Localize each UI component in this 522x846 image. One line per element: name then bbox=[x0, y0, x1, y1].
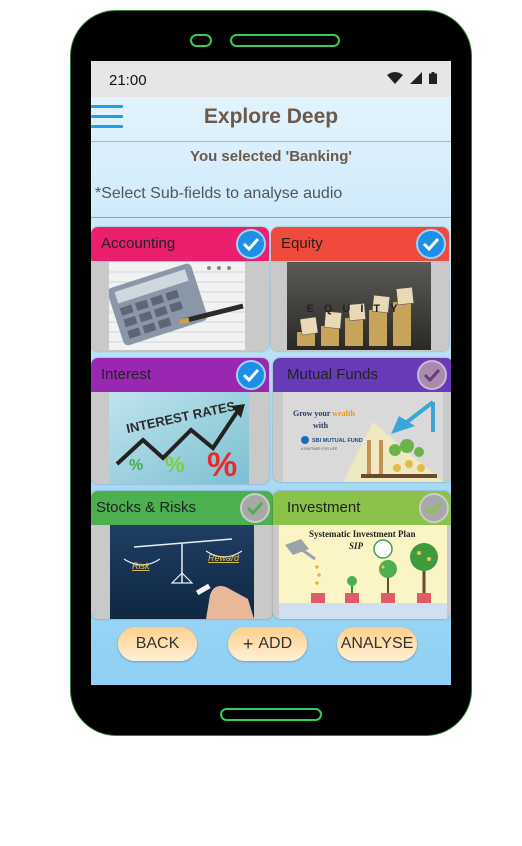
percent-icon: % bbox=[129, 457, 143, 474]
svg-text:with: with bbox=[313, 421, 329, 430]
signal-icon bbox=[410, 72, 422, 84]
checked-icon[interactable] bbox=[416, 229, 446, 259]
page-title: Explore Deep bbox=[203, 105, 339, 128]
app-screen: 21:00 Explore Deep You selected 'Banking… bbox=[91, 61, 451, 685]
percent-icon: % bbox=[207, 446, 237, 484]
add-button-label: ADD bbox=[258, 635, 293, 652]
home-button[interactable] bbox=[220, 708, 322, 721]
sip-title: Systematic Investment Plan bbox=[309, 529, 416, 539]
unchecked-icon[interactable] bbox=[417, 360, 447, 390]
subfield-card-mutual-funds[interactable]: Mutual Funds Grow your wealth with SBI M… bbox=[273, 358, 451, 482]
svg-text:A PARTNER FOR LIFE: A PARTNER FOR LIFE bbox=[301, 447, 338, 451]
equity-image-text: EQUITY bbox=[307, 303, 408, 315]
percent-icon: % bbox=[165, 452, 185, 477]
sbi-mutual-fund-image: Grow your wealth with SBI MUTUAL FUND A … bbox=[283, 392, 443, 482]
mutual-fund-tagline: Grow your wealth bbox=[293, 409, 355, 418]
svg-text:SBI MUTUAL FUND: SBI MUTUAL FUND bbox=[312, 438, 363, 444]
divider bbox=[91, 217, 451, 218]
battery-icon bbox=[429, 72, 437, 84]
risk-reward-image: Risk Reward bbox=[110, 525, 254, 619]
back-button[interactable]: BACK bbox=[118, 627, 197, 661]
instruction-text: *Select Sub-fields to analyse audio bbox=[95, 185, 343, 202]
checked-icon[interactable] bbox=[236, 229, 266, 259]
subfield-card-interest[interactable]: Interest INTEREST RATES % % % bbox=[91, 358, 269, 484]
status-time: 21:00 bbox=[109, 72, 147, 89]
wifi-icon bbox=[387, 72, 403, 84]
selected-field-text: You selected 'Banking' bbox=[190, 148, 352, 165]
reward-label: Reward bbox=[208, 553, 240, 563]
sip-subtitle: SIP bbox=[349, 541, 364, 551]
back-button-label: BACK bbox=[135, 635, 180, 652]
analyse-button-label: ANALYSE bbox=[340, 635, 414, 652]
unchecked-icon[interactable] bbox=[419, 493, 449, 523]
sip-investment-image: Systematic Investment Plan SIP bbox=[279, 525, 447, 619]
subfield-card-investment[interactable]: Investment Systematic Investment Plan SI… bbox=[273, 491, 451, 619]
risk-label: Risk bbox=[132, 561, 150, 571]
speaker-grille bbox=[230, 34, 340, 47]
checked-icon[interactable] bbox=[236, 360, 266, 390]
interest-rates-image: INTEREST RATES % % % bbox=[109, 392, 249, 484]
unchecked-icon[interactable] bbox=[240, 493, 270, 523]
subfield-card-accounting[interactable]: Accounting bbox=[91, 227, 269, 351]
front-camera bbox=[190, 34, 212, 47]
subfield-card-stocks-risks[interactable]: Stocks & Risks Risk Reward bbox=[91, 491, 273, 619]
plus-icon: + bbox=[242, 633, 254, 654]
app-bar: Explore Deep bbox=[91, 97, 451, 142]
accounting-image bbox=[109, 262, 245, 350]
equity-image: EQUITY bbox=[287, 262, 431, 350]
analyse-button[interactable]: ANALYSE bbox=[337, 627, 417, 661]
subfield-card-equity[interactable]: Equity EQUITY bbox=[271, 227, 449, 351]
add-button[interactable]: + ADD bbox=[228, 627, 307, 661]
status-bar: 21:00 bbox=[91, 61, 451, 97]
